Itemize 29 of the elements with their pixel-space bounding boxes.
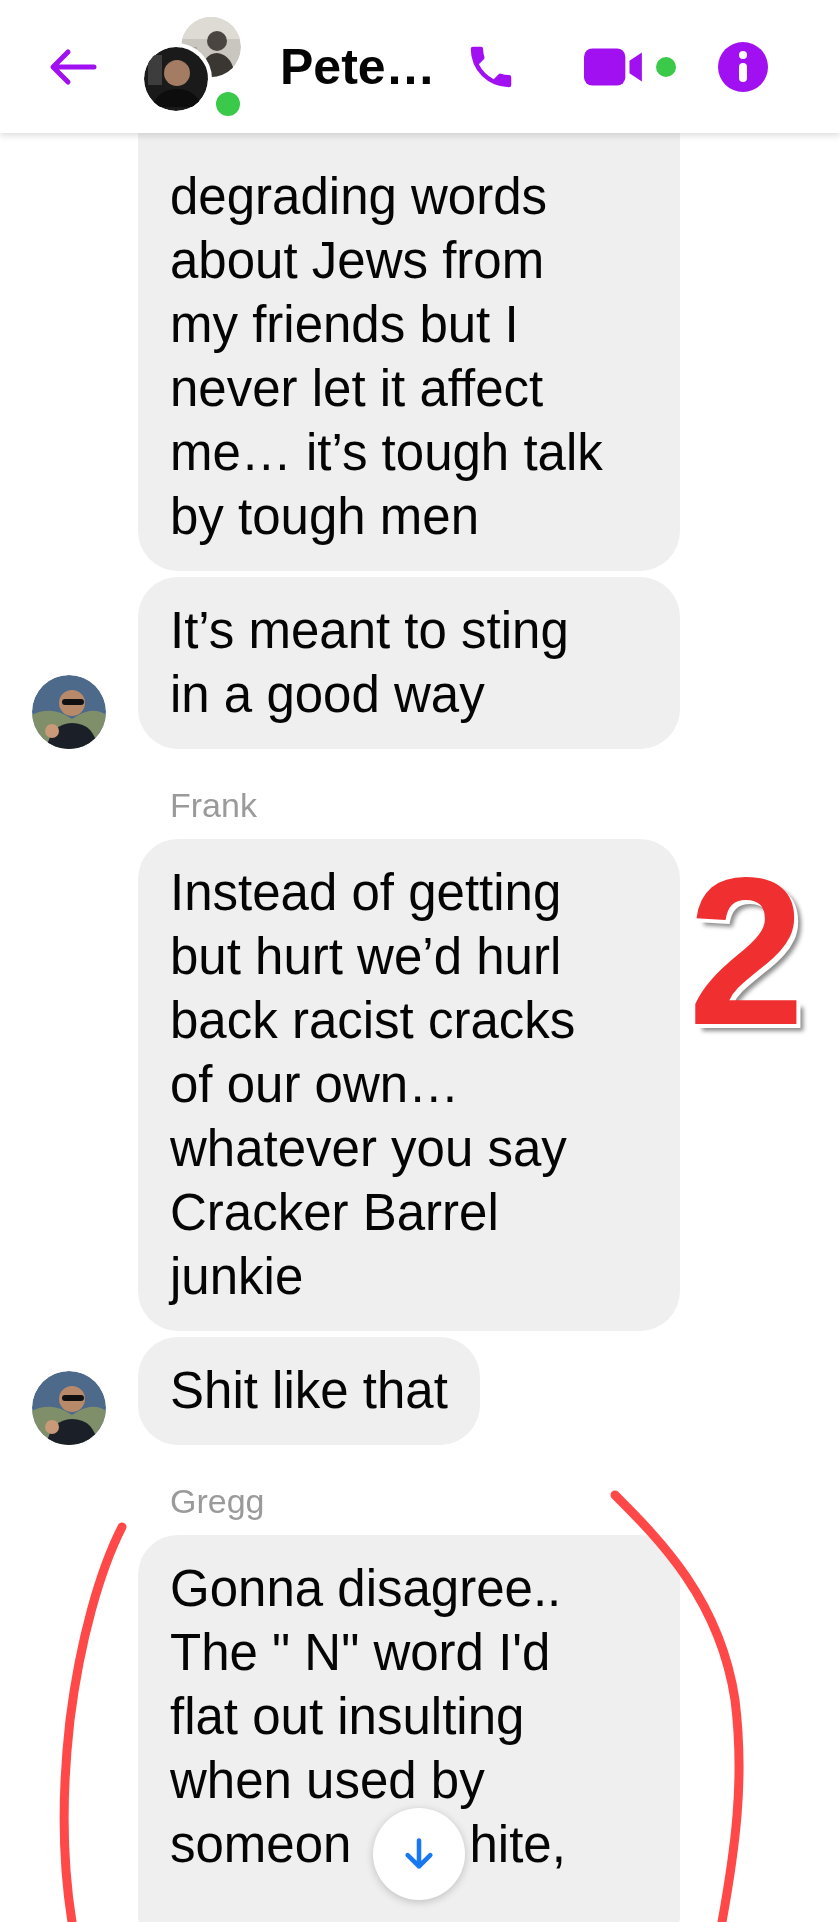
back-arrow-icon[interactable]: [48, 46, 98, 87]
message-text: never let it affect: [170, 359, 544, 419]
message-text: of our own…: [170, 1055, 460, 1115]
message-text: whatever you say: [170, 1119, 567, 1179]
message-text: me… it’s tough talk: [170, 423, 603, 483]
sender-name: Frank: [170, 785, 257, 825]
down-arrow-icon: [402, 1837, 436, 1871]
info-icon[interactable]: [718, 41, 768, 92]
chat-title[interactable]: Pete…: [280, 37, 450, 96]
message-text: junkie: [170, 1247, 304, 1307]
message-text: back racist cracks: [170, 991, 576, 1051]
message-text: but hurt we’d hurl: [170, 927, 562, 987]
message-text: in a good way: [170, 665, 485, 725]
message-text: Shit like that: [170, 1361, 448, 1421]
message-text: flat out insulting: [170, 1687, 525, 1747]
message-text: It’s meant to sting: [170, 601, 569, 661]
message-text: Cracker Barrel: [170, 1183, 499, 1243]
message-text: my friends but I: [170, 295, 519, 355]
message-text: by tough men: [170, 487, 480, 547]
message-text: Gonna disagree..: [170, 1559, 562, 1619]
message-text: hite,: [469, 1815, 566, 1875]
message-text: degrading words: [170, 167, 548, 227]
sender-name: Gregg: [170, 1481, 265, 1521]
message-text: The " N" word I'd: [170, 1623, 551, 1683]
message-text: about Jews from: [170, 231, 545, 291]
annotation-number: 2: [688, 862, 805, 1042]
message-text: Instead of getting: [170, 863, 562, 923]
message-text: someon: [170, 1815, 352, 1875]
message-text: when used by: [170, 1751, 485, 1811]
